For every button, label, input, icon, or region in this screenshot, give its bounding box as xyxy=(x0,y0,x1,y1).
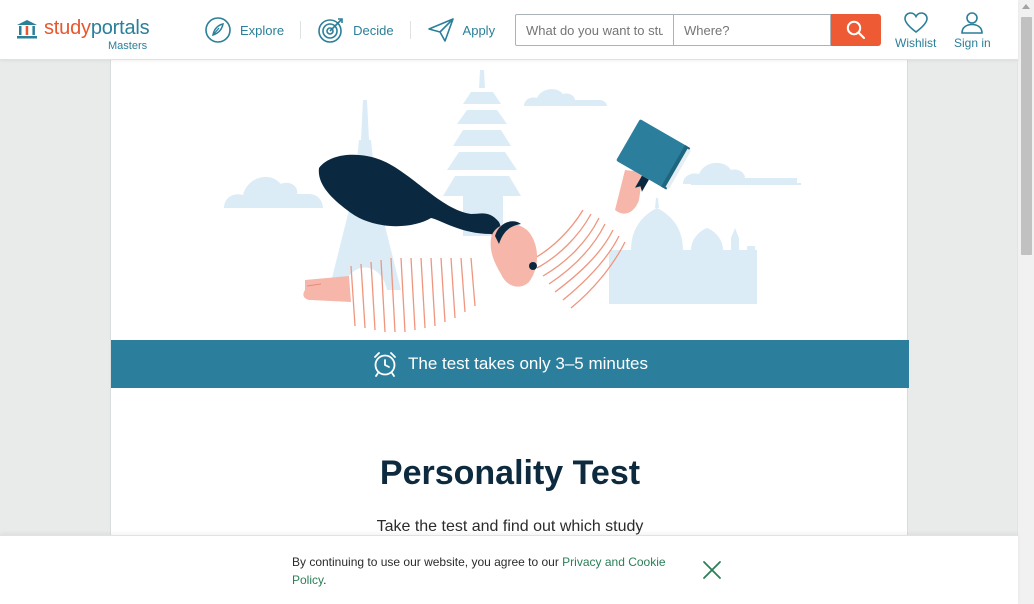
search-bar xyxy=(515,14,881,46)
test-duration-banner: The test takes only 3–5 minutes xyxy=(111,340,909,388)
scrollbar-thumb[interactable] xyxy=(1021,17,1032,255)
studyportals-logo[interactable]: studyportals Masters xyxy=(16,17,150,52)
wishlist-label: Wishlist xyxy=(895,36,937,50)
alarm-clock-icon xyxy=(374,352,396,377)
target-icon xyxy=(318,18,343,43)
page-subtitle: Take the test and find out which study xyxy=(376,518,644,535)
scroll-up-arrow-icon[interactable] xyxy=(1022,4,1030,9)
nav-explore[interactable]: Explore xyxy=(204,16,284,44)
search-icon xyxy=(846,20,866,40)
hero-illustration xyxy=(111,60,909,340)
cookie-message: By continuing to use our website, you ag… xyxy=(292,553,697,589)
nav-divider xyxy=(300,21,302,39)
flying-student-illustration xyxy=(224,70,801,333)
heart-icon xyxy=(903,12,928,34)
site-header: studyportals Masters Explore Decide Appl… xyxy=(0,0,1018,60)
location-search-input[interactable] xyxy=(674,14,831,46)
compass-leaf-icon xyxy=(205,17,231,43)
nav-divider xyxy=(409,21,411,39)
wishlist-button[interactable]: Wishlist xyxy=(895,11,936,50)
institution-icon xyxy=(17,20,37,39)
sign-in-button[interactable]: Sign in xyxy=(954,11,991,50)
main-nav: Explore Decide Apply xyxy=(204,16,495,44)
nav-apply-label: Apply xyxy=(462,22,496,38)
paper-plane-icon xyxy=(427,18,454,42)
page-title: Personality Test xyxy=(379,454,641,492)
nav-explore-label: Explore xyxy=(240,22,285,38)
study-search-input[interactable] xyxy=(515,14,674,46)
search-button[interactable] xyxy=(831,14,881,46)
logo-subtitle: Masters xyxy=(108,40,148,52)
nav-apply[interactable]: Apply xyxy=(427,16,496,44)
logo-portals-text: portals xyxy=(90,17,150,39)
page-scrollbar[interactable] xyxy=(1017,0,1034,604)
cookie-text-end: . xyxy=(323,573,327,587)
personality-test-card: The test takes only 3–5 minutes Personal… xyxy=(110,60,909,604)
user-icon xyxy=(961,12,984,34)
close-icon[interactable] xyxy=(700,558,724,582)
logo-study-text: study xyxy=(44,17,91,39)
nav-decide[interactable]: Decide xyxy=(317,16,394,44)
banner-text: The test takes only 3–5 minutes xyxy=(407,354,649,373)
sign-in-label: Sign in xyxy=(954,36,991,50)
cookie-consent-bar: By continuing to use our website, you ag… xyxy=(0,535,1018,604)
cookie-text: By continuing to use our website, you ag… xyxy=(292,555,563,569)
nav-decide-label: Decide xyxy=(353,22,394,38)
